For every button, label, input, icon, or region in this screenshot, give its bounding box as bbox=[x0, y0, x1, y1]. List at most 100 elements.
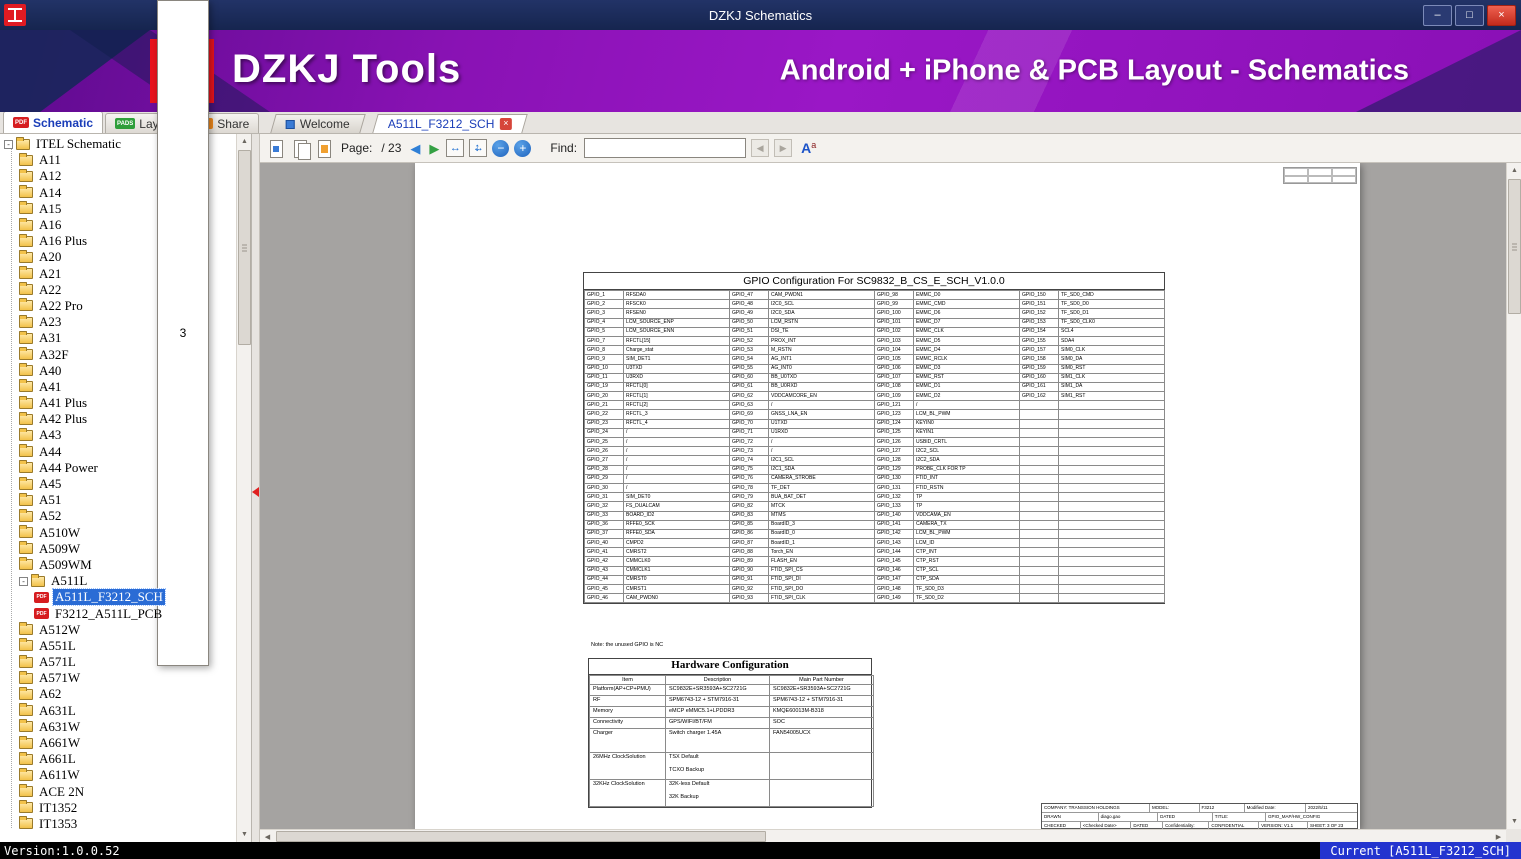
scroll-up-arrow[interactable]: ▲ bbox=[1507, 163, 1521, 178]
gpio-row: GPIO_33 BOARD_ID2 GPIO_83 MTMS GPIO_140 VDDCA… bbox=[584, 510, 1165, 521]
tree-item-a45[interactable]: A45 bbox=[0, 476, 236, 492]
find-next-button[interactable]: ▶ bbox=[774, 139, 793, 157]
tree-collapse-toggle[interactable]: - bbox=[4, 139, 13, 149]
scroll-down-arrow[interactable]: ▼ bbox=[1507, 814, 1521, 829]
tree-item-a44[interactable]: A44 bbox=[0, 444, 236, 460]
tree-item-a22-pro[interactable]: A22 Pro bbox=[0, 298, 236, 314]
minimize-button[interactable]: – bbox=[1423, 4, 1452, 26]
scrollbar-thumb[interactable] bbox=[238, 150, 251, 345]
tree-item-a12[interactable]: A12 bbox=[0, 168, 236, 184]
tree-item-a511l[interactable]: - A511L bbox=[0, 573, 236, 589]
gpio-signal-cell: BOARD_ID2 bbox=[623, 510, 730, 521]
zoom-in-button[interactable]: + bbox=[514, 139, 532, 157]
pdf-viewer[interactable]: GPIO Configuration For SC9832_B_CS_E_SCH… bbox=[260, 163, 1521, 842]
viewer-vertical-scrollbar[interactable]: ▲ ▼ bbox=[1506, 163, 1521, 829]
scroll-down-arrow[interactable]: ▼ bbox=[237, 827, 251, 842]
tree-item-a40[interactable]: A40 bbox=[0, 363, 236, 379]
tree-item-a41-plus[interactable]: A41 Plus bbox=[0, 395, 236, 411]
tree-item-a511l-f3212-sch[interactable]: PDF A511L_F3212_SCH bbox=[0, 588, 236, 607]
doc-tab-welcome[interactable]: Welcome bbox=[270, 114, 366, 133]
tree-item-label: A631W bbox=[39, 718, 81, 734]
tree-item-a41[interactable]: A41 bbox=[0, 379, 236, 395]
tree-item-a20[interactable]: A20 bbox=[0, 249, 236, 265]
gpio-name-cell: GPIO_89 bbox=[729, 556, 769, 567]
gpio-name-cell bbox=[1019, 482, 1059, 494]
tree-item-a22[interactable]: A22 bbox=[0, 282, 236, 298]
scroll-right-arrow[interactable]: ▶ bbox=[1491, 830, 1506, 842]
scrollbar-thumb[interactable] bbox=[276, 831, 766, 842]
tree-item-a11[interactable]: A11 bbox=[0, 152, 236, 168]
viewer-horizontal-scrollbar[interactable]: ◀ ▶ bbox=[260, 829, 1506, 842]
tree-item-a62[interactable]: A62 bbox=[0, 686, 236, 702]
tree-item-a32f[interactable]: A32F bbox=[0, 346, 236, 362]
tree-item-a631l[interactable]: A631L bbox=[0, 703, 236, 719]
tree-item-a512w[interactable]: A512W bbox=[0, 622, 236, 638]
hw-row: RF SPM6743-12 + STM7916-31 SPM6743-12 + ST… bbox=[589, 695, 874, 707]
tree-item-it1352[interactable]: IT1352 bbox=[0, 800, 236, 816]
tree-item-a52[interactable]: A52 bbox=[0, 508, 236, 524]
schematic-tree: - ITEL Schematic A11 A12 A14 A15 A16 A16 Plus A2… bbox=[0, 134, 236, 842]
tree-item-label: A14 bbox=[39, 184, 62, 200]
tree-item-it1353[interactable]: IT1353 bbox=[0, 816, 236, 832]
fit-page-button[interactable]: ↔ ↔ bbox=[469, 139, 488, 157]
tab-schematic[interactable]: PDF Schematic bbox=[3, 111, 104, 133]
gpio-signal-cell: EMMC_D1 bbox=[913, 381, 1020, 393]
find-input[interactable] bbox=[584, 138, 747, 158]
find-previous-button[interactable]: ◀ bbox=[751, 139, 770, 157]
gpio-signal-cell: / bbox=[768, 436, 875, 448]
gpio-name-cell: GPIO_73 bbox=[729, 446, 769, 457]
collapse-sidebar-icon[interactable] bbox=[252, 487, 259, 497]
tree-item-a661w[interactable]: A661W bbox=[0, 735, 236, 751]
scrollbar-thumb[interactable] bbox=[1508, 179, 1521, 314]
tree-item-a51[interactable]: A51 bbox=[0, 492, 236, 508]
hw-row: Connectivity GPS/WIFI/BT/FM SOC bbox=[589, 717, 874, 729]
tree-item-a510w[interactable]: A510W bbox=[0, 525, 236, 541]
tree-item-a551l[interactable]: A551L bbox=[0, 638, 236, 654]
tree-item-a15[interactable]: A15 bbox=[0, 201, 236, 217]
tree-item-f3212-a511l-pcb[interactable]: PDF F3212_A511L_PCB bbox=[0, 605, 236, 621]
tree-item-a44-power[interactable]: A44 Power bbox=[0, 460, 236, 476]
tree-item-a31[interactable]: A31 bbox=[0, 330, 236, 346]
tree-item-a14[interactable]: A14 bbox=[0, 185, 236, 201]
view-mode-single-icon[interactable] bbox=[267, 139, 286, 158]
tab-close-icon[interactable]: × bbox=[499, 118, 512, 130]
tree-item-a23[interactable]: A23 bbox=[0, 314, 236, 330]
tree-item-a21[interactable]: A21 bbox=[0, 266, 236, 282]
zoom-out-button[interactable]: − bbox=[492, 139, 510, 157]
fit-width-button[interactable]: ↔ bbox=[446, 139, 465, 157]
tree-item-a16[interactable]: A16 bbox=[0, 217, 236, 233]
tree-item-a611w[interactable]: A611W bbox=[0, 767, 236, 783]
panel-splitter[interactable] bbox=[252, 134, 260, 842]
scroll-up-arrow[interactable]: ▲ bbox=[237, 134, 251, 149]
tree-item-a16-plus[interactable]: A16 Plus bbox=[0, 233, 236, 249]
next-page-button[interactable]: ▶ bbox=[429, 142, 439, 155]
tree-item-label: A41 bbox=[39, 378, 62, 394]
tree-item-a631w[interactable]: A631W bbox=[0, 719, 236, 735]
pdf-page-canvas[interactable]: GPIO Configuration For SC9832_B_CS_E_SCH… bbox=[415, 163, 1360, 829]
tree-item-label: A22 bbox=[39, 281, 62, 297]
view-mode-facing-icon[interactable] bbox=[291, 139, 311, 160]
tree-item-a509w[interactable]: A509W bbox=[0, 541, 236, 557]
view-mode-book-icon[interactable] bbox=[315, 139, 334, 158]
tree-collapse-toggle[interactable]: - bbox=[19, 576, 28, 586]
maximize-button[interactable]: □ bbox=[1455, 4, 1484, 26]
gpio-signal-cell bbox=[1058, 538, 1165, 549]
hw-row: Charger Switch charger 1.45A FAN54005UCX bbox=[589, 728, 874, 753]
previous-page-button[interactable]: ◀ bbox=[410, 142, 420, 155]
scroll-left-arrow[interactable]: ◀ bbox=[260, 830, 275, 842]
sidebar-scrollbar[interactable]: ▲ ▼ bbox=[236, 134, 251, 842]
doc-tab-label: A511L_F3212_SCH bbox=[387, 117, 495, 131]
tree-item-ace-2n[interactable]: ACE 2N bbox=[0, 784, 236, 800]
tree-item-a509wm[interactable]: A509WM bbox=[0, 557, 236, 573]
close-button[interactable]: × bbox=[1487, 4, 1516, 26]
doc-tab-a511l-f3212-sch[interactable]: A511L_F3212_SCH × bbox=[372, 114, 528, 133]
tree-item-a571w[interactable]: A571W bbox=[0, 670, 236, 686]
tree-item-itel-schematic[interactable]: - ITEL Schematic bbox=[0, 136, 236, 152]
tree-item-a661l[interactable]: A661L bbox=[0, 751, 236, 767]
tree-item-a43[interactable]: A43 bbox=[0, 427, 236, 443]
match-case-button[interactable]: Aa bbox=[801, 141, 816, 156]
tree-item-a42-plus[interactable]: A42 Plus bbox=[0, 411, 236, 427]
gpio-row: GPIO_23 RFCTL_4 GPIO_70 U1TXD GPIO_124 KEYIN0 bbox=[584, 418, 1165, 429]
gpio-row: GPIO_1 RFSDA0 GPIO_47 CAM_PWDN1 GPIO_98 EMMC_… bbox=[584, 289, 1165, 301]
tree-item-a571l[interactable]: A571L bbox=[0, 654, 236, 670]
